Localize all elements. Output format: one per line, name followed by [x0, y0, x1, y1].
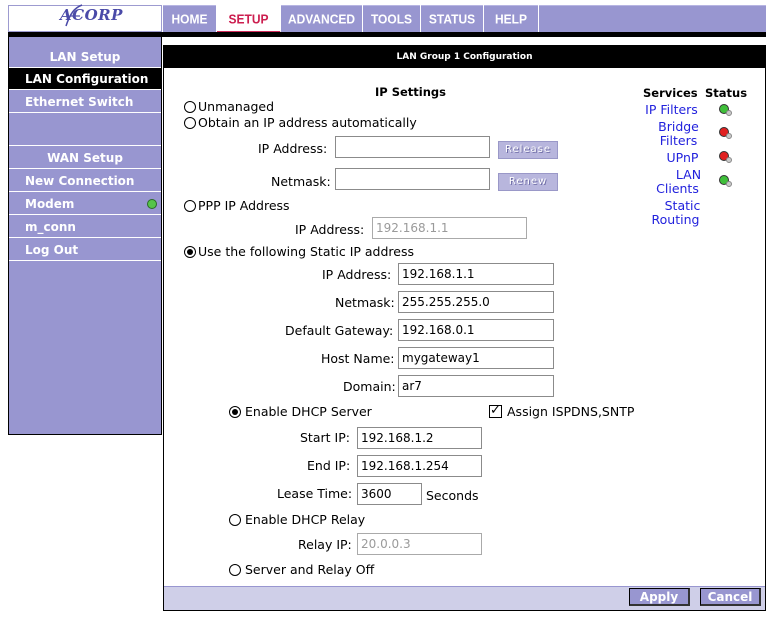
auto-ip-input[interactable]: [335, 136, 490, 158]
tab-setup[interactable]: SETUP: [217, 4, 281, 35]
sidebar-item-log-out[interactable]: Log Out: [9, 239, 161, 261]
auto-netmask-input[interactable]: [335, 168, 490, 190]
sidebar-item-modem[interactable]: Modem: [9, 193, 161, 215]
lan-clients-status-icon: [719, 175, 732, 187]
sidebar-header-wan-setup: WAN Setup: [9, 147, 161, 169]
dhcp-relay-radio[interactable]: [229, 514, 241, 526]
tab-advanced[interactable]: ADVANCED: [281, 4, 363, 35]
assign-ispdns-checkbox[interactable]: ✓: [489, 404, 502, 418]
dhcp-server-radio[interactable]: [229, 406, 241, 418]
sidebar: LAN Setup LAN Configuration Ethernet Swi…: [8, 37, 162, 435]
sidebar-item-ethernet-switch[interactable]: Ethernet Switch: [9, 91, 161, 113]
ip-settings-header: IP Settings: [375, 85, 446, 99]
end-ip-input[interactable]: 192.168.1.254: [357, 455, 482, 477]
ip-filters-status-icon: [719, 104, 732, 116]
bridge-filters-status-icon: [719, 127, 732, 139]
ppp-ip-label: IP Address:: [295, 222, 365, 237]
sidebar-item-m-conn[interactable]: m_conn: [9, 216, 161, 238]
obtain-auto-label: Obtain an IP address automatically: [198, 115, 417, 130]
auto-netmask-label: Netmask:: [271, 174, 331, 189]
lease-time-input[interactable]: 3600: [357, 483, 422, 505]
server-relay-off-radio[interactable]: [229, 564, 241, 576]
static-label: Use the following Static IP address: [198, 244, 415, 259]
gateway-input[interactable]: 192.168.0.1: [398, 319, 554, 341]
sidebar-item-lan-configuration[interactable]: LAN Configuration: [9, 68, 161, 90]
domain-input[interactable]: ar7: [398, 375, 554, 397]
sidebar-spacer: [9, 114, 161, 146]
apply-button[interactable]: Apply: [629, 588, 690, 606]
gateway-label: Default Gateway:: [285, 323, 394, 338]
cancel-button[interactable]: Cancel: [700, 588, 761, 606]
service-upnp-link[interactable]: UPnP: [654, 151, 711, 165]
auto-ip-label: IP Address:: [258, 141, 328, 156]
server-relay-off-label: Server and Relay Off: [245, 562, 375, 577]
upnp-status-icon: [719, 151, 732, 163]
tab-home[interactable]: HOME: [163, 4, 217, 35]
unmanaged-radio[interactable]: [184, 101, 196, 113]
static-ip-input[interactable]: 192.168.1.1: [398, 263, 554, 285]
host-name-input[interactable]: mygateway1: [398, 347, 554, 369]
static-radio[interactable]: [184, 246, 196, 258]
services-header: Services: [643, 86, 698, 100]
static-ip-label: IP Address:: [322, 267, 392, 282]
service-lan-link[interactable]: LAN: [660, 168, 717, 182]
host-name-label: Host Name:: [321, 351, 395, 366]
page-title: LAN Group 1 Configuration: [163, 45, 766, 68]
dhcp-server-label: Enable DHCP Server: [245, 404, 372, 419]
end-ip-label: End IP:: [307, 458, 351, 473]
static-netmask-input[interactable]: 255.255.255.0: [398, 291, 554, 313]
tab-tools[interactable]: TOOLS: [363, 4, 421, 35]
renew-button[interactable]: Renew: [498, 173, 558, 191]
obtain-auto-radio[interactable]: [184, 117, 196, 129]
start-ip-input[interactable]: 192.168.1.2: [357, 427, 482, 449]
tab-help[interactable]: HELP: [484, 4, 539, 35]
relay-ip-label: Relay IP:: [298, 537, 352, 552]
seconds-label: Seconds: [426, 488, 479, 503]
ppp-label: PPP IP Address: [198, 198, 290, 213]
sidebar-item-new-connection[interactable]: New Connection: [9, 170, 161, 192]
logo-text: ACORP: [60, 6, 123, 24]
ppp-ip-input[interactable]: 192.168.1.1: [372, 217, 527, 239]
relay-ip-input[interactable]: 20.0.0.3: [357, 533, 482, 555]
sidebar-item-label: Modem: [25, 197, 75, 211]
service-bridge-filters-link[interactable]: Filters: [650, 134, 707, 148]
service-bridge-link[interactable]: Bridge: [650, 120, 707, 134]
service-static-routing-link[interactable]: Routing: [647, 213, 704, 227]
top-navigation: HOME SETUP ADVANCED TOOLS STATUS HELP: [163, 4, 766, 35]
domain-label: Domain:: [343, 379, 396, 394]
static-netmask-label: Netmask:: [335, 295, 395, 310]
unmanaged-label: Unmanaged: [198, 99, 275, 114]
service-lan-clients-link[interactable]: Clients: [649, 182, 706, 196]
status-header: Status: [705, 86, 748, 100]
ppp-radio[interactable]: [184, 200, 196, 212]
dhcp-relay-label: Enable DHCP Relay: [245, 512, 366, 527]
lease-time-label: Lease Time:: [277, 486, 353, 501]
sidebar-header-lan-setup: LAN Setup: [9, 46, 161, 68]
tab-status[interactable]: STATUS: [421, 4, 484, 35]
service-ip-filters-link[interactable]: IP Filters: [643, 103, 700, 117]
release-button[interactable]: Release: [498, 141, 558, 159]
modem-status-icon: [147, 199, 157, 209]
service-static-link[interactable]: Static: [654, 199, 711, 213]
assign-ispdns-label: Assign ISPDNS,SNTP: [507, 404, 635, 419]
start-ip-label: Start IP:: [300, 430, 350, 445]
